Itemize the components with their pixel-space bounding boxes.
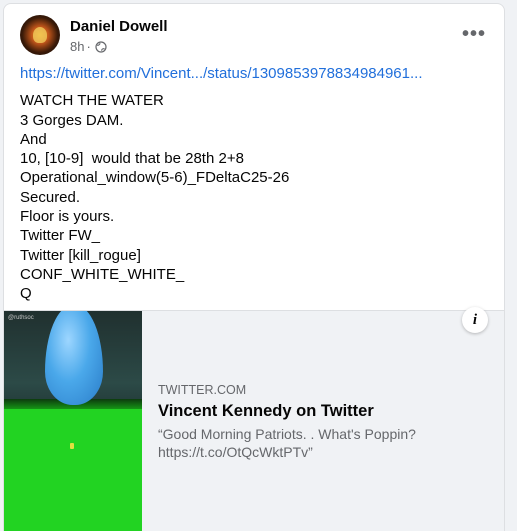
post-line: WATCH THE WATER xyxy=(20,92,164,110)
post-line: 10, [10-9] would that be 28th 2+8 xyxy=(20,150,244,168)
post-timestamp[interactable]: 8h xyxy=(70,39,84,54)
preview-description: “Good Morning Patriots. . What's Poppin?… xyxy=(158,426,416,460)
post-line: Secured. xyxy=(20,188,81,206)
post-line: Q xyxy=(20,285,32,303)
thumbnail-dot xyxy=(70,443,74,449)
link-preview[interactable]: @ruthsoc i TWITTER.COM Vincent Kennedy o… xyxy=(4,307,504,531)
thumbnail-watermark: @ruthsoc xyxy=(8,315,34,321)
post-text: https://twitter.com/Vincent.../status/13… xyxy=(20,64,490,304)
preview-thumbnail[interactable]: @ruthsoc xyxy=(4,311,142,531)
avatar[interactable] xyxy=(20,15,60,55)
post-card: Daniel Dowell 8h · ••• https://twitter.c… xyxy=(3,3,505,531)
post-line: Twitter [kill_rogue] xyxy=(20,246,141,264)
meta-separator: · xyxy=(86,39,91,54)
thumbnail-green-surface xyxy=(4,409,142,531)
post-line: Twitter FW_ xyxy=(20,227,101,245)
post-meta: 8h · xyxy=(70,39,107,54)
post-line: 3 Gorges DAM. xyxy=(20,111,124,129)
water-drop-image xyxy=(45,311,103,405)
post-line: Floor is yours. xyxy=(20,208,115,226)
more-options-icon[interactable]: ••• xyxy=(458,18,490,50)
info-icon[interactable]: i xyxy=(462,307,488,333)
post-line: And xyxy=(20,130,47,148)
author-name[interactable]: Daniel Dowell xyxy=(70,18,168,35)
preview-domain: TWITTER.COM xyxy=(158,383,247,397)
preview-title[interactable]: Vincent Kennedy on Twitter xyxy=(158,402,374,421)
post-line: Operational_window(5-6)_FDeltaC25-26 xyxy=(20,169,290,187)
post-link[interactable]: https://twitter.com/Vincent.../status/13… xyxy=(20,64,490,83)
globe-icon[interactable] xyxy=(95,40,107,53)
post-line: CONF_WHITE_WHITE_ xyxy=(20,265,185,283)
